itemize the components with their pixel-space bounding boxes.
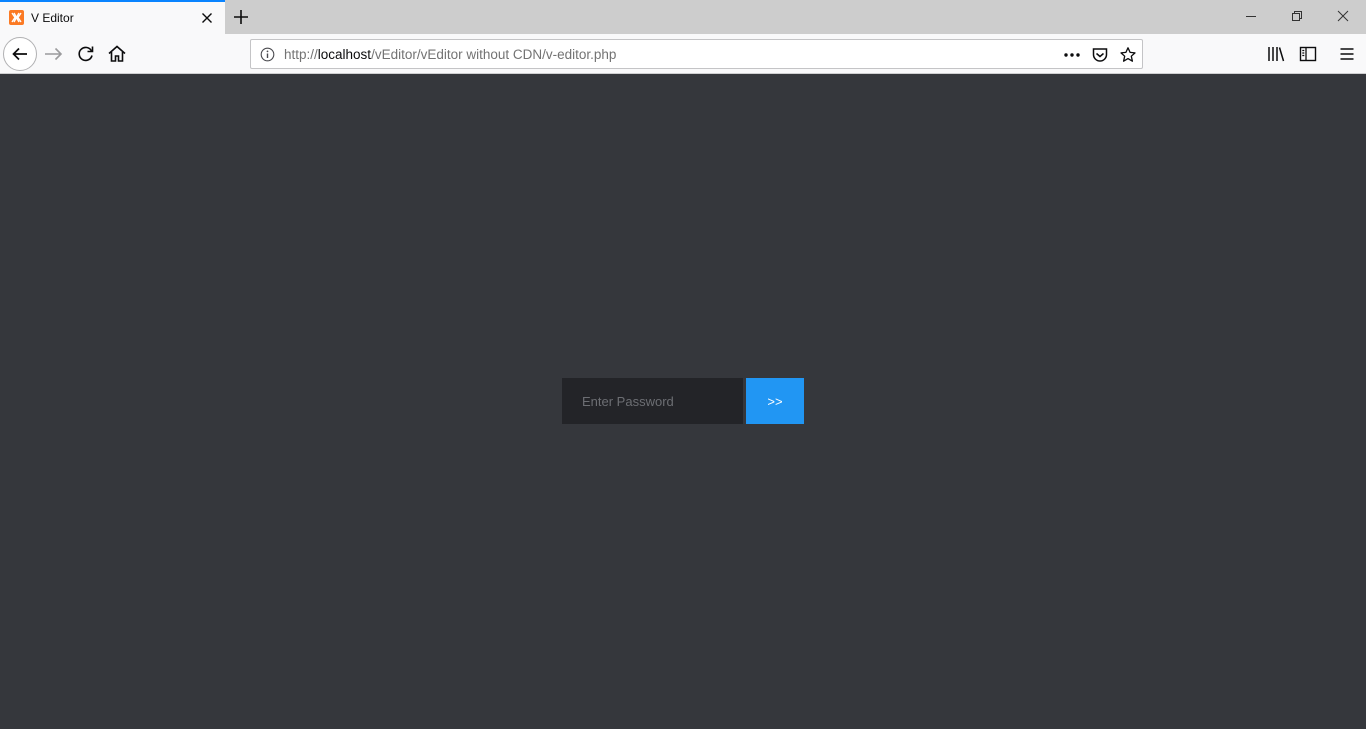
home-icon[interactable] bbox=[105, 42, 129, 66]
xampp-logo-icon bbox=[9, 10, 24, 25]
page-content: >> bbox=[0, 74, 1366, 729]
forward-arrow-icon[interactable] bbox=[42, 42, 66, 66]
more-icon[interactable] bbox=[1063, 46, 1081, 64]
reload-icon[interactable] bbox=[74, 42, 98, 66]
info-icon[interactable] bbox=[260, 47, 275, 62]
library-icon[interactable] bbox=[1266, 44, 1286, 64]
window-close-icon[interactable] bbox=[1335, 8, 1351, 24]
hamburger-menu-icon[interactable] bbox=[1337, 44, 1357, 64]
browser-tab[interactable]: V Editor bbox=[0, 0, 225, 34]
back-arrow-icon bbox=[12, 47, 27, 61]
url-host: localhost bbox=[317, 47, 372, 62]
restore-icon[interactable] bbox=[1289, 8, 1305, 24]
submit-button[interactable]: >> bbox=[746, 378, 804, 424]
address-bar[interactable]: http://localhost/vEditor/vEditor without… bbox=[250, 39, 1143, 69]
url-text[interactable]: http://localhost/vEditor/vEditor without… bbox=[284, 47, 616, 62]
password-input[interactable] bbox=[562, 378, 743, 424]
back-button[interactable] bbox=[3, 37, 37, 71]
sidebar-icon[interactable] bbox=[1298, 44, 1318, 64]
url-scheme: http:// bbox=[284, 47, 318, 62]
url-path: /vEditor/vEditor without CDN/v-editor.ph… bbox=[371, 47, 617, 62]
tab-title: V Editor bbox=[31, 11, 74, 25]
star-icon[interactable] bbox=[1119, 46, 1137, 64]
pocket-icon[interactable] bbox=[1091, 46, 1109, 64]
tab-strip: V Editor bbox=[0, 0, 1366, 34]
navigation-toolbar: http://localhost/vEditor/vEditor without… bbox=[0, 34, 1366, 74]
close-icon[interactable] bbox=[199, 10, 215, 26]
plus-icon[interactable] bbox=[231, 7, 251, 27]
minimize-icon[interactable] bbox=[1243, 8, 1259, 24]
